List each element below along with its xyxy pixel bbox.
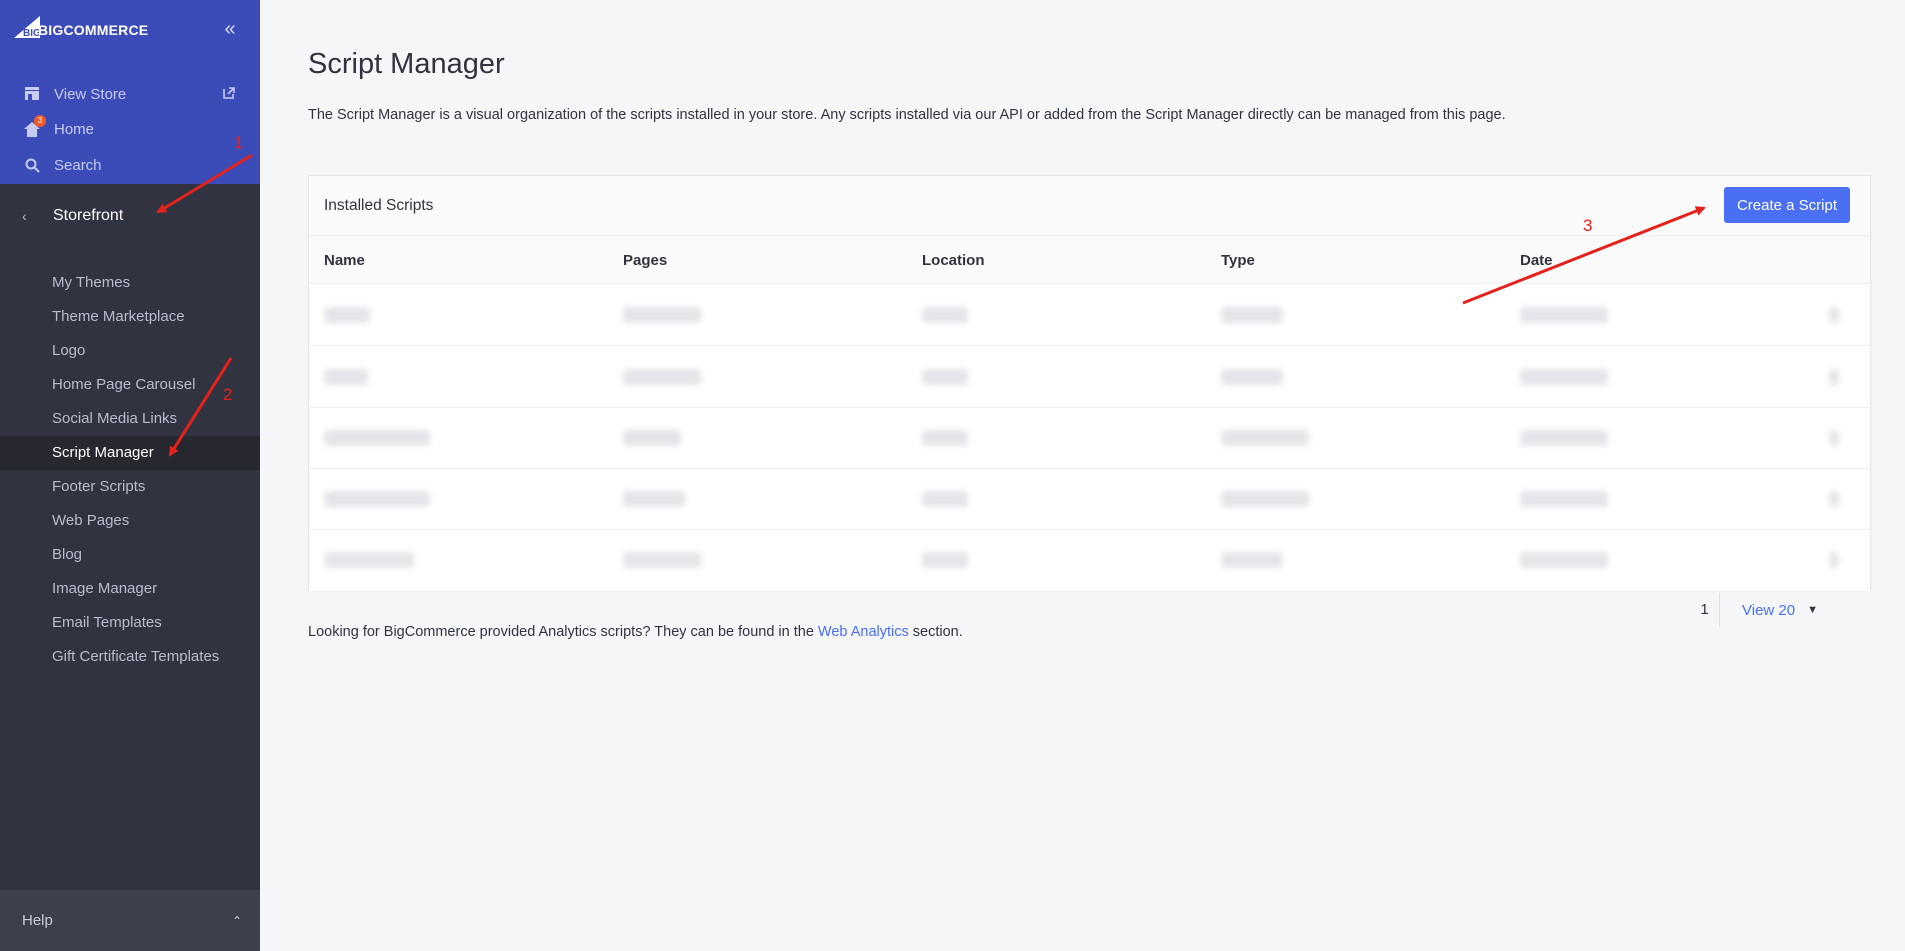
sidebar-item-my-themes[interactable]: My Themes xyxy=(0,266,260,300)
blurred-cell xyxy=(623,552,701,568)
blurred-cell xyxy=(623,430,681,446)
row-actions-icon[interactable] xyxy=(1829,552,1839,568)
sidebar-item-label: Search xyxy=(54,156,102,174)
blurred-cell xyxy=(1221,430,1309,446)
pagination: 1 View 20 ▼ xyxy=(1690,593,1818,627)
store-icon xyxy=(22,84,42,104)
sidebar-header: BIG BIGCOMMERCE « View Store 3 Home Sear… xyxy=(0,0,260,184)
panel-title: Installed Scripts xyxy=(324,197,434,214)
sidebar-item-email-templates[interactable]: Email Templates xyxy=(0,606,260,640)
notification-badge: 3 xyxy=(34,115,46,127)
brand-name: BIGCOMMERCE xyxy=(38,22,149,38)
section-label: Storefront xyxy=(53,207,124,224)
installed-scripts-panel: Installed Scripts Create a Script Name P… xyxy=(308,175,1871,591)
sidebar-item-gift-certificate-templates[interactable]: Gift Certificate Templates xyxy=(0,640,260,674)
sidebar-item-theme-marketplace[interactable]: Theme Marketplace xyxy=(0,300,260,334)
help-label: Help xyxy=(22,912,53,929)
view-count-label: View 20 xyxy=(1742,601,1796,619)
create-script-button[interactable]: Create a Script xyxy=(1724,187,1850,223)
footnote-suffix: section. xyxy=(908,624,963,640)
table-row[interactable] xyxy=(309,530,1870,591)
sidebar-item-footer-scripts[interactable]: Footer Scripts xyxy=(0,470,260,504)
storefront-menu: My Themes Theme Marketplace Logo Home Pa… xyxy=(0,266,260,674)
chevron-left-icon: ‹ xyxy=(22,208,27,224)
annotation-label-3: 3 xyxy=(1583,216,1593,235)
main-content: Script Manager The Script Manager is a v… xyxy=(260,0,1905,951)
home-icon: 3 xyxy=(22,115,46,139)
analytics-footnote: Looking for BigCommerce provided Analyti… xyxy=(308,624,963,640)
page-description: The Script Manager is a visual organizat… xyxy=(308,107,1506,123)
blurred-cell xyxy=(1221,552,1283,568)
external-link-icon[interactable] xyxy=(222,86,238,102)
web-analytics-link[interactable]: Web Analytics xyxy=(818,624,909,640)
bigcommerce-logo[interactable]: BIG BIGCOMMERCE xyxy=(14,14,148,42)
blurred-cell xyxy=(922,430,968,446)
page-number[interactable]: 1 xyxy=(1690,593,1720,627)
collapse-sidebar-icon[interactable]: « xyxy=(220,19,240,40)
column-header-date[interactable]: Date xyxy=(1520,252,1553,269)
table-row[interactable] xyxy=(309,469,1870,530)
table-row[interactable] xyxy=(309,285,1870,346)
sidebar-item-view-store[interactable]: View Store xyxy=(22,82,126,106)
sidebar-item-logo[interactable]: Logo xyxy=(0,334,260,368)
table-header: Name Pages Location Type Date xyxy=(309,236,1870,284)
sidebar: BIG BIGCOMMERCE « View Store 3 Home Sear… xyxy=(0,0,260,951)
chevron-up-icon: ⌃ xyxy=(231,913,242,928)
blurred-cell xyxy=(922,369,968,385)
sidebar-item-label: View Store xyxy=(54,85,127,103)
blurred-cell xyxy=(1221,491,1309,507)
table-row[interactable] xyxy=(309,408,1870,469)
search-icon xyxy=(22,155,42,175)
column-header-type[interactable]: Type xyxy=(1221,252,1255,269)
blurred-cell xyxy=(1520,552,1608,568)
page-title: Script Manager xyxy=(308,48,505,80)
table-row[interactable] xyxy=(309,347,1870,408)
row-actions-icon[interactable] xyxy=(1829,307,1839,323)
sidebar-item-script-manager[interactable]: Script Manager xyxy=(0,436,260,470)
blurred-cell xyxy=(324,307,370,323)
annotation-label-1: 1 xyxy=(234,133,244,152)
sidebar-item-home[interactable]: 3 Home xyxy=(22,115,95,141)
sidebar-item-image-manager[interactable]: Image Manager xyxy=(0,572,260,606)
blurred-cell xyxy=(1221,307,1283,323)
sidebar-item-search[interactable]: Search xyxy=(22,153,102,177)
blurred-cell xyxy=(1221,369,1283,385)
view-count-dropdown[interactable]: View 20 ▼ xyxy=(1742,602,1818,619)
sidebar-item-home-page-carousel[interactable]: Home Page Carousel xyxy=(0,368,260,402)
blurred-cell xyxy=(623,491,685,507)
sidebar-item-label: Home xyxy=(54,120,95,138)
blurred-cell xyxy=(324,369,368,385)
sidebar-item-blog[interactable]: Blog xyxy=(0,538,260,572)
caret-down-icon: ▼ xyxy=(1807,604,1818,616)
column-header-name[interactable]: Name xyxy=(324,252,365,269)
footnote-prefix: Looking for BigCommerce provided Analyti… xyxy=(308,624,818,640)
blurred-cell xyxy=(922,552,968,568)
blurred-cell xyxy=(1520,369,1608,385)
blurred-cell xyxy=(922,491,968,507)
blurred-cell xyxy=(324,430,430,446)
blurred-cell xyxy=(623,369,701,385)
blurred-cell xyxy=(1520,430,1608,446)
blurred-cell xyxy=(324,552,414,568)
sidebar-item-web-pages[interactable]: Web Pages xyxy=(0,504,260,538)
sidebar-section-storefront[interactable]: ‹ Storefront xyxy=(0,198,260,234)
help-toggle[interactable]: Help ⌃ xyxy=(0,890,260,951)
sidebar-item-social-media-links[interactable]: Social Media Links xyxy=(0,402,260,436)
blurred-cell xyxy=(1520,307,1608,323)
row-actions-icon[interactable] xyxy=(1829,369,1839,385)
blurred-cell xyxy=(922,307,968,323)
column-header-location[interactable]: Location xyxy=(922,252,985,269)
annotation-label-2: 2 xyxy=(223,385,233,404)
row-actions-icon[interactable] xyxy=(1829,491,1839,507)
blurred-cell xyxy=(1520,491,1608,507)
panel-header: Installed Scripts Create a Script xyxy=(309,176,1870,236)
column-header-pages[interactable]: Pages xyxy=(623,252,667,269)
blurred-cell xyxy=(324,491,430,507)
row-actions-icon[interactable] xyxy=(1829,430,1839,446)
blurred-cell xyxy=(623,307,701,323)
